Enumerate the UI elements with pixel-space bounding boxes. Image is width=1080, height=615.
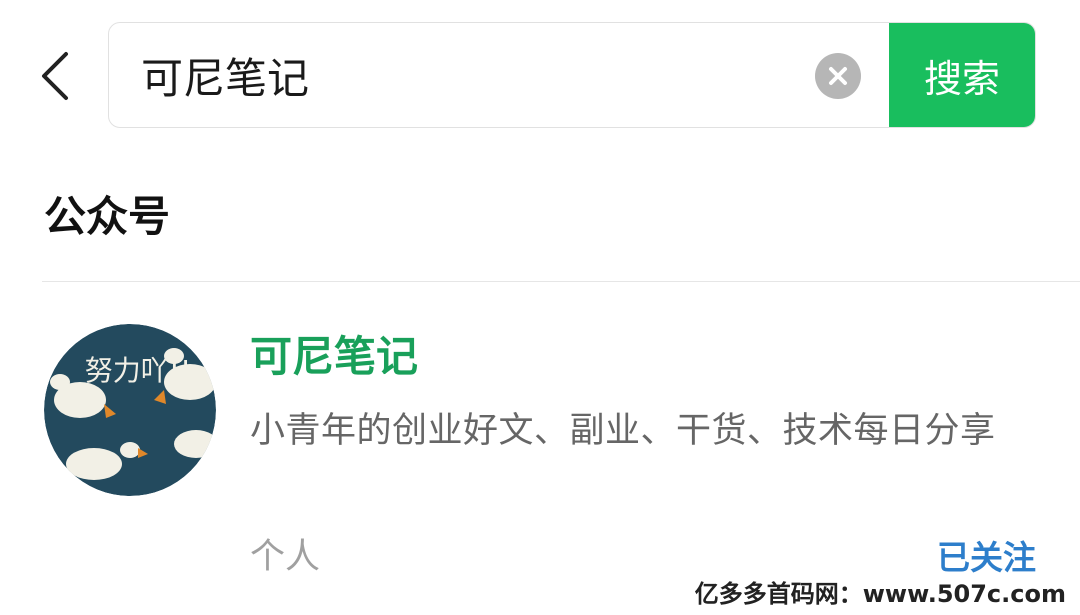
divider	[42, 281, 1080, 282]
search-button[interactable]: 搜索	[889, 23, 1035, 127]
follow-status[interactable]: 已关注	[937, 534, 1036, 582]
chevron-left-icon	[42, 52, 68, 100]
avatar: 努力吖!!	[44, 324, 216, 496]
search-input[interactable]	[109, 23, 809, 127]
watermark: 亿多多首码网：www.507c.com	[690, 577, 1070, 611]
section-title: 公众号	[44, 192, 171, 241]
result-type: 个人	[250, 537, 321, 577]
clear-button[interactable]	[815, 53, 861, 99]
search-page: 搜索 公众号 努力吖!! 可尼笔记 小青年的创业好文、副业、干货、技术每日分享	[0, 0, 1080, 615]
search-box: 搜索	[108, 22, 1036, 128]
back-button[interactable]	[22, 36, 86, 116]
close-icon	[829, 67, 847, 85]
avatar-text: 努力吖!!	[85, 354, 191, 387]
result-item[interactable]: 努力吖!! 可尼笔记 小青年的创业好文、副业、干货、技术每日分享 个人 已关注	[0, 300, 1080, 590]
result-description: 小青年的创业好文、副业、干货、技术每日分享	[250, 411, 996, 451]
avatar-image: 努力吖!!	[44, 324, 216, 496]
result-name: 可尼笔记	[250, 332, 419, 381]
